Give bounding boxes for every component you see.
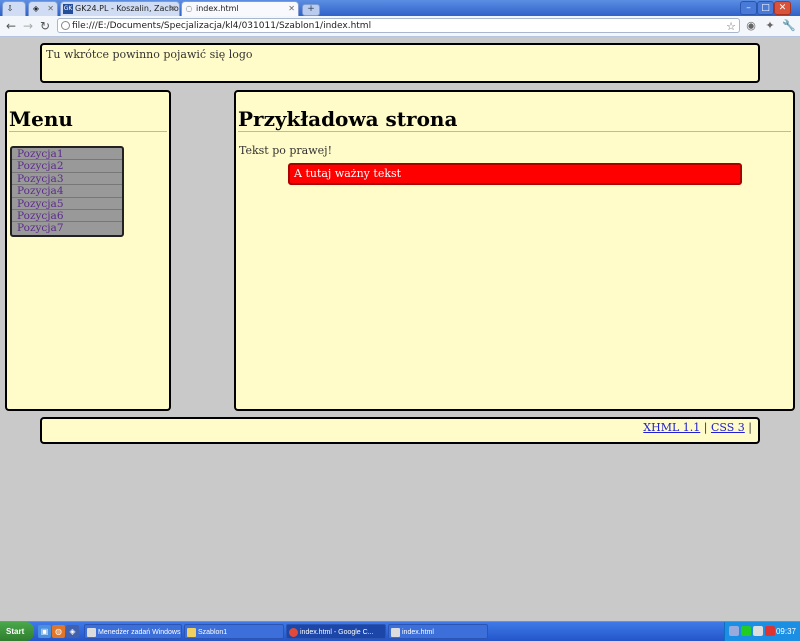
address-text: file:///E:/Documents/Specjalizacja/kl4/0… (72, 21, 372, 31)
extension-icon-2[interactable]: ✦ (763, 19, 777, 33)
menu-item-pozycja2[interactable]: Pozycja2 (12, 160, 122, 173)
tab-label: index.html (196, 4, 239, 13)
chrome-icon (289, 628, 298, 637)
close-icon[interactable]: ✕ (288, 2, 295, 16)
status-icon[interactable] (741, 626, 751, 636)
menu-item-pozycja5[interactable]: Pozycja5 (12, 198, 122, 210)
start-button[interactable]: Start (0, 622, 34, 641)
footer: XHML 1.1 | CSS 3 | (40, 417, 760, 444)
content-text: Tekst po prawej! (239, 144, 332, 157)
menu-list: Pozycja1 Pozycja2 Pozycja3 Pozycja4 Pozy… (10, 146, 124, 237)
new-tab-button[interactable]: + (302, 4, 320, 16)
wrench-icon[interactable]: 🔧 (782, 19, 796, 33)
browser-toolbar: ← → ↻ file:///E:/Documents/Specjalizacja… (0, 16, 800, 37)
tab-label: GK24.PL - Koszalin, Zachodnio (75, 4, 179, 13)
firefox-icon[interactable]: ◍ (52, 625, 65, 638)
folder-icon (187, 628, 196, 637)
tab-shield[interactable]: ◈ ✕ (28, 1, 58, 16)
volume-icon[interactable] (753, 626, 763, 636)
close-icon[interactable]: ✕ (47, 2, 54, 16)
close-icon[interactable]: ✕ (169, 2, 176, 16)
forward-icon[interactable]: → (20, 18, 36, 34)
tab-gk24[interactable]: GK GK24.PL - Koszalin, Zachodnio ✕ (60, 1, 180, 16)
network-icon[interactable] (729, 626, 739, 636)
taskbar: Start ▣ ◍ ◈ Menedżer zadań Windows Szabl… (0, 621, 800, 641)
taskbar-item-label: Szablon1 (198, 629, 228, 636)
footer-separator-end: | (748, 421, 752, 434)
taskbar-item-folder[interactable]: Szablon1 (184, 624, 284, 639)
tab-index[interactable]: ◌ index.html ✕ (181, 1, 299, 16)
maximize-button[interactable]: □ (757, 1, 774, 15)
address-bar[interactable]: file:///E:/Documents/Specjalizacja/kl4/0… (57, 18, 740, 33)
logo-header: Tu wkrótce powinno pojawić się logo (40, 43, 760, 83)
xhtml-link[interactable]: XHML 1.1 (643, 421, 700, 434)
content-panel: Przykładowa strona Tekst po prawej! A tu… (234, 90, 795, 411)
editor-icon (391, 628, 400, 637)
browser-tab-strip: ⇩ ◈ ✕ GK GK24.PL - Koszalin, Zachodnio ✕… (0, 0, 800, 16)
star-icon[interactable]: ☆ (726, 19, 736, 32)
taskbar-item-chrome[interactable]: index.html - Google C... (286, 624, 386, 639)
page-title: Przykładowa strona (238, 106, 791, 132)
page-icon (61, 21, 70, 30)
system-tray: 09:37 (724, 622, 800, 641)
important-notice: A tutaj ważny tekst (288, 163, 742, 185)
taskbar-item-label: index.html - Google C... (300, 629, 374, 636)
taskbar-item-label: index.html (402, 629, 434, 636)
show-desktop-icon[interactable]: ▣ (38, 625, 51, 638)
shield-icon: ◈ (32, 4, 40, 13)
extension-icon[interactable]: ◉ (744, 19, 758, 33)
page-icon: ◌ (185, 4, 193, 13)
menu-item-pozycja6[interactable]: Pozycja6 (12, 210, 122, 223)
clock: 09:37 (775, 627, 796, 636)
footer-links: XHML 1.1 | CSS 3 | (643, 421, 752, 434)
tab-download[interactable]: ⇩ (2, 1, 26, 16)
back-icon[interactable]: ← (3, 18, 19, 34)
logo-placeholder-text: Tu wkrótce powinno pojawić się logo (46, 48, 253, 61)
close-window-button[interactable]: ✕ (774, 1, 791, 15)
menu-item-pozycja1[interactable]: Pozycja1 (12, 148, 122, 161)
taskbar-item-editor[interactable]: index.html (388, 624, 488, 639)
menu-title: Menu (9, 106, 167, 132)
taskbar-item-label: Menedżer zadań Windows (98, 629, 181, 636)
menu-item-pozycja4[interactable]: Pozycja4 (12, 185, 122, 198)
minimize-button[interactable]: – (740, 1, 757, 15)
css-link[interactable]: CSS 3 (711, 421, 745, 434)
page-viewport: Tu wkrótce powinno pojawić się logo Menu… (0, 37, 800, 621)
menu-item-pozycja3[interactable]: Pozycja3 (12, 173, 122, 186)
gk-icon: GK (63, 4, 73, 14)
task-manager-icon (87, 628, 96, 637)
reload-icon[interactable]: ↻ (37, 18, 53, 34)
menu-item-pozycja7[interactable]: Pozycja7 (12, 222, 122, 234)
antivirus-icon[interactable] (765, 626, 775, 636)
menu-panel: Menu Pozycja1 Pozycja2 Pozycja3 Pozycja4… (5, 90, 171, 411)
taskbar-item-task-manager[interactable]: Menedżer zadań Windows (84, 624, 182, 639)
shield-icon[interactable]: ◈ (66, 625, 79, 638)
footer-separator: | (703, 421, 708, 434)
download-icon: ⇩ (6, 4, 14, 13)
